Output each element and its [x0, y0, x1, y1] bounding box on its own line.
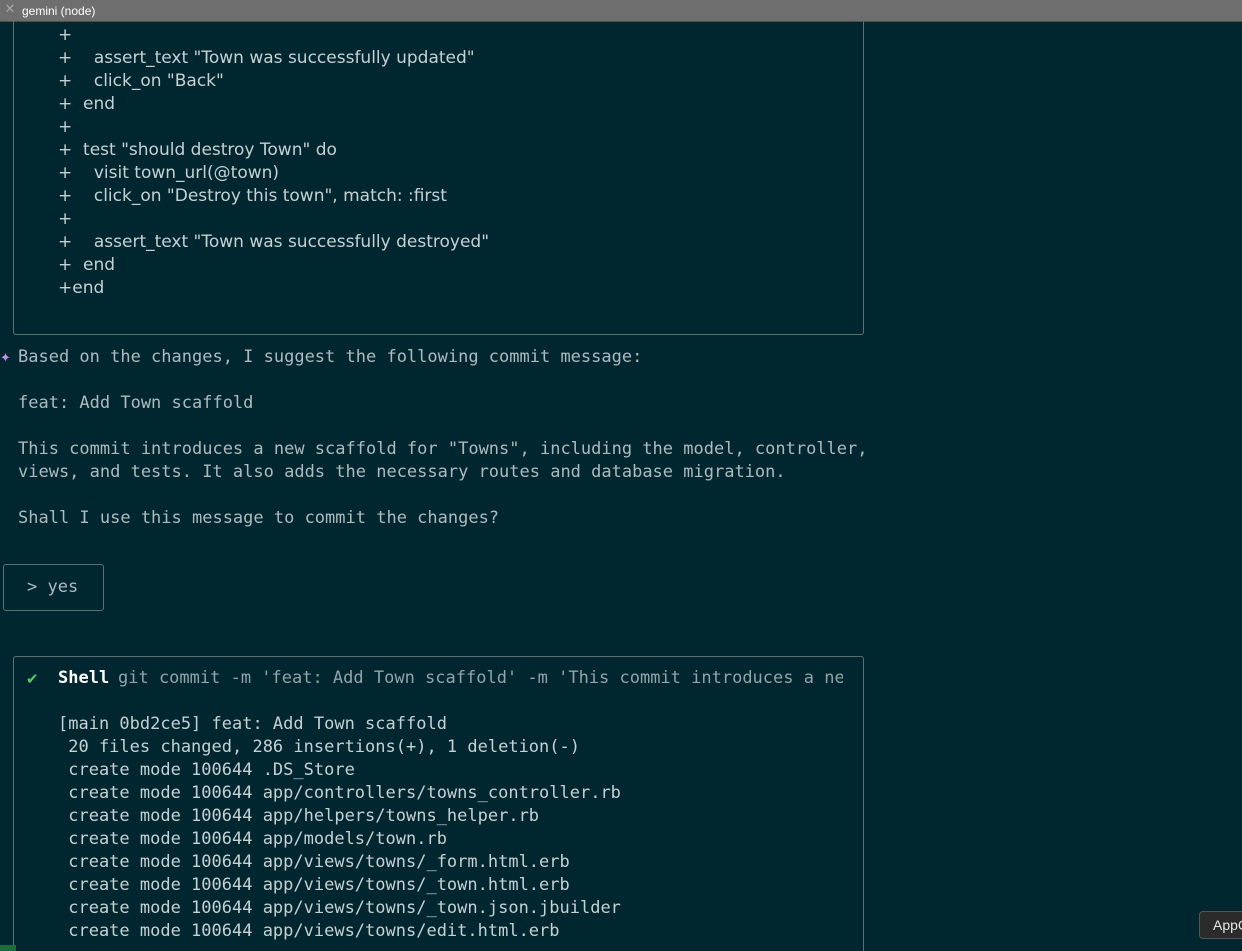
diff-line: + assert_text "Town was successfully upd… — [58, 48, 475, 68]
success-check-icon: ✔ — [26, 670, 39, 688]
diff-line: + end — [58, 94, 116, 114]
diff-line: + — [58, 117, 73, 137]
diff-line: + end — [58, 255, 116, 275]
app-tab-overlay[interactable]: AppC — [1199, 911, 1242, 939]
user-input-text: > yes — [27, 577, 79, 597]
commit-body-line: views, and tests. It also adds the neces… — [18, 462, 786, 482]
shell-output-line: create mode 100644 app/views/towns/_town… — [58, 875, 570, 895]
commit-title-text: feat: Add Town scaffold — [18, 393, 254, 413]
diff-line: + click_on "Back" — [58, 71, 224, 91]
diff-line: + assert_text "Town was successfully des… — [58, 232, 490, 252]
shell-output-line: create mode 100644 .DS_Store — [58, 760, 355, 780]
assistant-question: Shall I use this message to commit the c… — [18, 508, 500, 528]
shell-output-line: create mode 100644 app/views/towns/_town… — [58, 898, 621, 918]
shell-output-line: create mode 100644 app/controllers/towns… — [58, 783, 621, 803]
commit-body-line: This commit introduces a new scaffold fo… — [18, 439, 868, 459]
sparkle-icon: ✦ — [0, 351, 11, 366]
diff-line: + — [58, 25, 73, 45]
shell-output-line: create mode 100644 app/views/towns/edit.… — [58, 921, 560, 941]
shell-output-line: create mode 100644 app/views/towns/_form… — [58, 852, 570, 872]
diff-line: + visit town_url(@town) — [58, 163, 280, 183]
shell-output-line: 20 files changed, 286 insertions(+), 1 d… — [58, 737, 580, 757]
shell-output-line: create mode 100644 app/models/town.rb — [58, 829, 447, 849]
status-strip — [0, 945, 16, 951]
diff-line: + click_on "Destroy this town", match: :… — [58, 186, 447, 206]
shell-output-line: create mode 100644 app/helpers/towns_hel… — [58, 806, 540, 826]
diff-line: +end — [58, 278, 105, 298]
shell-output-line: [main 0bd2ce5] feat: Add Town scaffold — [58, 714, 447, 734]
shell-command: git commit -m 'feat: Add Town scaffold' … — [118, 668, 843, 688]
assistant-message-intro: Based on the changes, I suggest the foll… — [18, 347, 643, 367]
diff-line: + test "should destroy Town" do — [58, 140, 337, 160]
shell-tool-label: Shell — [58, 668, 110, 688]
diff-line: + — [58, 209, 73, 229]
